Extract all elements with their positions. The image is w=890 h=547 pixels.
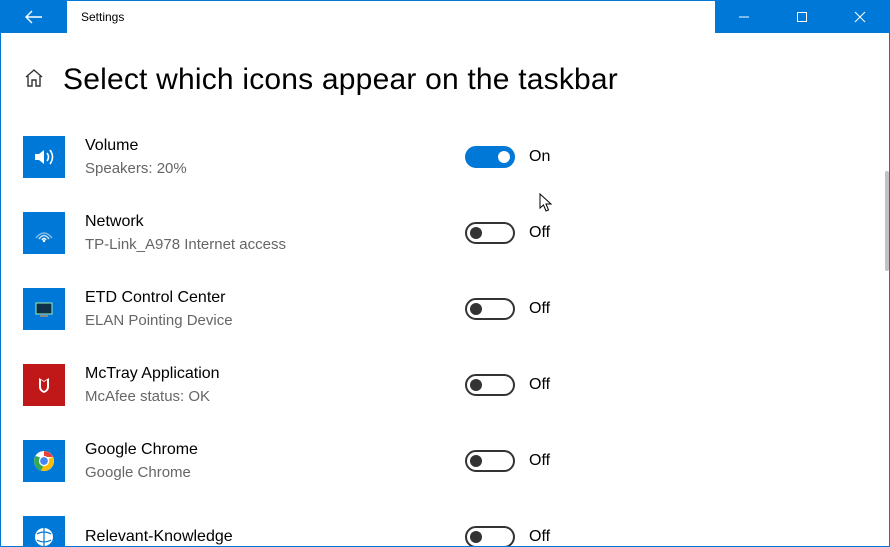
titlebar: Settings (1, 1, 889, 33)
toggle-state-label: Off (529, 300, 550, 318)
window-title: Settings (67, 1, 715, 33)
setting-title: ETD Control Center (85, 288, 465, 309)
setting-title: Relevant-Knowledge (85, 527, 465, 546)
network-icon (23, 212, 65, 254)
setting-title: Volume (85, 136, 465, 157)
chrome-icon (23, 440, 65, 482)
mcafee-shield-icon (23, 364, 65, 406)
page-content: Select which icons appear on the taskbar… (1, 33, 889, 546)
setting-title: Google Chrome (85, 440, 465, 461)
maximize-icon (796, 11, 808, 23)
setting-title: Network (85, 212, 465, 233)
setting-subtitle: TP-Link_A978 Internet access (85, 235, 465, 255)
back-arrow-icon (24, 9, 44, 25)
toggle-wrap: Off (465, 526, 550, 546)
setting-subtitle: McAfee status: OK (85, 387, 465, 407)
setting-row-etd: ETD Control Center ELAN Pointing Device … (23, 285, 889, 333)
maximize-button[interactable] (773, 1, 831, 33)
toggle-volume[interactable] (465, 146, 515, 168)
home-icon[interactable] (23, 67, 45, 94)
toggle-state-label: On (529, 148, 550, 166)
setting-subtitle: Speakers: 20% (85, 159, 465, 179)
setting-row-mctray: McTray Application McAfee status: OK Off (23, 361, 889, 409)
setting-text: Volume Speakers: 20% (85, 136, 465, 178)
close-icon (854, 11, 866, 23)
window-controls (715, 1, 889, 33)
setting-row-relevant-knowledge: Relevant-Knowledge Off (23, 513, 889, 546)
toggle-state-label: Off (529, 528, 550, 546)
toggle-state-label: Off (529, 452, 550, 470)
setting-row-chrome: Google Chrome Google Chrome Off (23, 437, 889, 485)
toggle-wrap: Off (465, 450, 550, 472)
setting-text: Relevant-Knowledge (85, 527, 465, 546)
page-header: Select which icons appear on the taskbar (23, 63, 889, 97)
minimize-icon (738, 11, 750, 23)
setting-text: Network TP-Link_A978 Internet access (85, 212, 465, 254)
toggle-relevant-knowledge[interactable] (465, 526, 515, 546)
toggle-wrap: On (465, 146, 550, 168)
toggle-wrap: Off (465, 222, 550, 244)
monitor-icon (23, 288, 65, 330)
setting-text: McTray Application McAfee status: OK (85, 364, 465, 406)
toggle-state-label: Off (529, 376, 550, 394)
setting-title: McTray Application (85, 364, 465, 385)
toggle-network[interactable] (465, 222, 515, 244)
page-title: Select which icons appear on the taskbar (63, 63, 618, 97)
minimize-button[interactable] (715, 1, 773, 33)
back-button[interactable] (1, 1, 67, 33)
setting-text: Google Chrome Google Chrome (85, 440, 465, 482)
toggle-state-label: Off (529, 224, 550, 242)
toggle-wrap: Off (465, 298, 550, 320)
toggle-mctray[interactable] (465, 374, 515, 396)
toggle-wrap: Off (465, 374, 550, 396)
setting-row-network: Network TP-Link_A978 Internet access Off (23, 209, 889, 257)
setting-text: ETD Control Center ELAN Pointing Device (85, 288, 465, 330)
toggle-etd[interactable] (465, 298, 515, 320)
setting-subtitle: Google Chrome (85, 463, 465, 483)
app-icon (23, 516, 65, 546)
setting-subtitle: ELAN Pointing Device (85, 311, 465, 331)
close-button[interactable] (831, 1, 889, 33)
scrollbar-thumb[interactable] (885, 171, 889, 271)
toggle-chrome[interactable] (465, 450, 515, 472)
volume-icon (23, 136, 65, 178)
setting-row-volume: Volume Speakers: 20% On (23, 133, 889, 181)
